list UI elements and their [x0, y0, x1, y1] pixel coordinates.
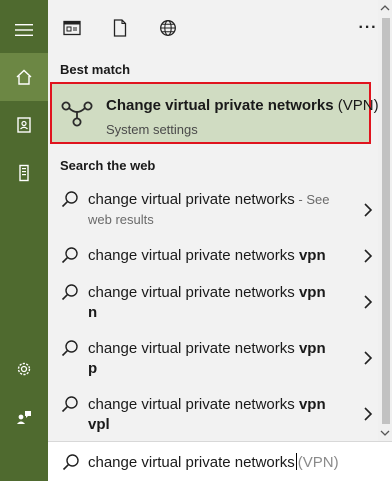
- search-icon: [61, 284, 78, 301]
- search-query-text: change virtual private networks: [88, 454, 295, 471]
- web-result-bold: vpl: [88, 416, 110, 433]
- text-caret: [295, 453, 297, 470]
- web-result-bold: vpn: [298, 284, 326, 301]
- web-result-item[interactable]: change virtual private networks vpn n: [48, 276, 378, 332]
- best-match-result[interactable]: Change virtual private networks (VPN) Sy…: [50, 82, 379, 144]
- scroll-up-button[interactable]: [378, 2, 392, 14]
- document-icon: [113, 19, 127, 37]
- web-result-text: change virtual private networks vpn vpl: [88, 395, 336, 435]
- scroll-down-button[interactable]: [378, 427, 392, 439]
- web-result-query: change virtual private networks: [88, 340, 299, 357]
- home-icon: [16, 69, 32, 85]
- notebook-icon: [17, 117, 31, 133]
- web-result-bold: p: [88, 360, 98, 377]
- menu-icon: [15, 24, 33, 36]
- web-result-bold: n: [88, 304, 98, 321]
- web-filter-button[interactable]: [156, 16, 180, 40]
- web-result-text: change virtual private networks vpn n: [88, 283, 336, 323]
- best-match-title: Change virtual private networks (VPN): [106, 97, 379, 114]
- home-button[interactable]: [0, 53, 48, 101]
- search-web-heading: Search the web: [60, 158, 156, 173]
- web-result-sub: web results: [88, 212, 154, 227]
- web-result-text: change virtual private networks vpn p: [88, 339, 336, 379]
- chevron-down-icon: [380, 430, 390, 436]
- feedback-button[interactable]: [0, 393, 48, 441]
- results-scrollbar[interactable]: [378, 0, 392, 441]
- web-result-text: change virtual private networks vpn: [88, 246, 336, 266]
- search-icon: [62, 454, 79, 471]
- more-options-button[interactable]: ···: [356, 16, 380, 40]
- device-icon: [19, 164, 29, 182]
- search-input[interactable]: change virtual private networks (VPN): [88, 453, 339, 471]
- settings-button[interactable]: [0, 345, 48, 393]
- globe-icon: [160, 20, 176, 36]
- chevron-up-icon: [380, 5, 390, 11]
- web-result-item[interactable]: change virtual private networks vpn: [48, 238, 378, 278]
- chevron-right-icon: [364, 203, 373, 217]
- search-results-panel: ··· Best match Change virtual private ne…: [48, 0, 392, 441]
- documents-filter-button[interactable]: [108, 16, 132, 40]
- notebook-button[interactable]: [0, 101, 48, 149]
- feedback-icon: [17, 411, 31, 424]
- web-result-bold: vpn: [298, 247, 326, 264]
- best-match-title-bold: Change virtual private networks: [106, 97, 334, 114]
- web-result-sub: - See: [294, 192, 330, 207]
- search-icon: [61, 340, 78, 357]
- chevron-right-icon: [364, 351, 373, 365]
- best-match-title-rest: (VPN): [333, 97, 379, 114]
- web-result-text: change virtual private networks - See we…: [88, 190, 336, 230]
- settings-icon: [17, 362, 31, 376]
- best-match-subtitle: System settings: [106, 122, 198, 137]
- best-match-heading: Best match: [60, 62, 131, 77]
- web-result-query: change virtual private networks: [88, 396, 299, 413]
- device-button[interactable]: [0, 149, 48, 197]
- chevron-right-icon: [364, 295, 373, 309]
- search-suggestion-text: (VPN): [297, 454, 339, 471]
- left-rail: [0, 0, 48, 481]
- apps-filter-icon: [63, 20, 81, 36]
- web-result-bold: vpn: [298, 340, 326, 357]
- search-icon: [61, 396, 78, 413]
- web-result-query: change virtual private networks: [88, 191, 295, 208]
- chevron-right-icon: [364, 407, 373, 421]
- web-result-item[interactable]: change virtual private networks - See we…: [48, 182, 378, 234]
- web-result-item[interactable]: change virtual private networks vpn p: [48, 332, 378, 388]
- chevron-right-icon: [364, 249, 373, 263]
- search-icon: [61, 247, 78, 264]
- search-icon: [61, 191, 78, 208]
- search-box[interactable]: change virtual private networks (VPN): [48, 441, 392, 481]
- web-result-item[interactable]: change virtual private networks vpn vpl: [48, 388, 378, 440]
- web-result-query: change virtual private networks: [88, 247, 299, 264]
- apps-filter-button[interactable]: [60, 16, 84, 40]
- hamburger-menu-button[interactable]: [0, 6, 48, 54]
- scroll-thumb[interactable]: [382, 18, 390, 424]
- web-result-query: change virtual private networks: [88, 284, 299, 301]
- vpn-icon: [61, 101, 93, 127]
- filter-toolbar: ···: [48, 0, 392, 56]
- web-result-bold: vpn: [298, 396, 326, 413]
